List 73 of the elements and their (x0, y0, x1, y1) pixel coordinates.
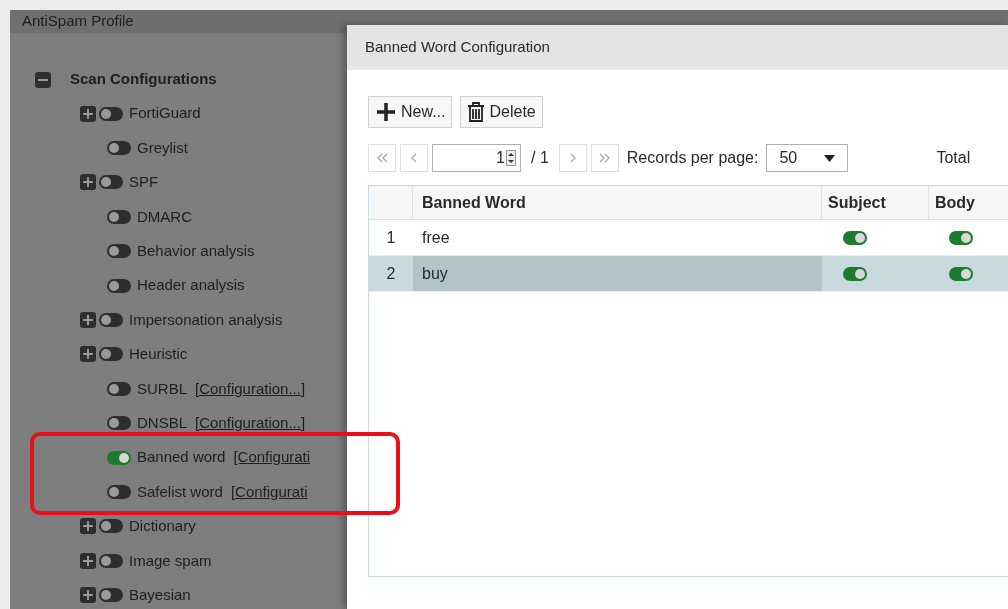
toggle-switch[interactable] (99, 519, 123, 534)
dialog-title: Banned Word Configuration (365, 37, 550, 58)
chevron-left-icon (411, 153, 417, 163)
tree-item-label: DMARC (137, 206, 192, 227)
toggle-switch[interactable] (107, 209, 131, 224)
table-row[interactable]: 1 free (369, 220, 1008, 256)
configuration-link[interactable]: [Configuration...] (195, 377, 306, 401)
spinner-icon (506, 150, 516, 166)
tree-item-label: Header analysis (137, 275, 245, 296)
tree-item-label: Dictionary (129, 516, 196, 537)
expand-icon[interactable] (80, 518, 96, 535)
row-number: 2 (385, 263, 397, 284)
configuration-link[interactable]: [Configuration...] (195, 411, 306, 435)
table-row[interactable]: 2 buy (369, 256, 1008, 292)
double-chevron-right-icon (598, 153, 611, 163)
page-number-field[interactable]: 1 (432, 144, 521, 172)
tree-item-label: Heuristic (129, 344, 188, 365)
expand-icon[interactable] (80, 105, 96, 122)
toggle-switch[interactable] (843, 230, 867, 245)
table-cell: buy (413, 256, 822, 291)
toggle-switch[interactable] (99, 106, 123, 121)
toggle-switch[interactable] (99, 347, 123, 362)
tree-item-label: SURBL (137, 378, 188, 399)
tree-item-label: Image spam (129, 550, 212, 571)
expand-icon[interactable] (80, 587, 96, 604)
expand-icon[interactable] (80, 174, 96, 191)
expand-icon[interactable] (80, 346, 96, 363)
tree-item-label: FortiGuard (129, 103, 201, 124)
toggle-switch[interactable] (107, 278, 131, 293)
toggle-switch[interactable] (107, 381, 131, 396)
double-chevron-left-icon (376, 153, 388, 163)
records-label: Records per page: (626, 148, 759, 168)
tree-item-label: Safelist word (137, 481, 223, 502)
toggle-switch[interactable] (99, 553, 123, 568)
caret-icon (824, 154, 836, 162)
plus-icon (375, 101, 397, 123)
toggle-switch[interactable] (107, 244, 131, 259)
toggle-switch[interactable] (107, 485, 131, 499)
toggle-switch[interactable] (107, 416, 131, 431)
configuration-link[interactable]: [Configurati (233, 446, 311, 469)
toggle-switch[interactable] (949, 230, 973, 245)
toggle-switch[interactable] (107, 141, 131, 156)
toggle-switch[interactable] (949, 266, 973, 281)
tree-item-label: Impersonation analysis (129, 309, 283, 330)
total-label: Total (936, 148, 971, 168)
configuration-link[interactable]: [Configurati (230, 480, 308, 504)
new-button[interactable]: New... (368, 96, 453, 128)
row-number: 1 (385, 227, 397, 248)
tree-item-label: Bayesian (129, 584, 191, 605)
tree-item-label: SPF (129, 172, 159, 193)
toggle-switch[interactable] (843, 266, 867, 281)
column-header: Subject (822, 186, 929, 219)
table-cell-text: free (421, 227, 451, 248)
expand-icon[interactable] (80, 312, 96, 329)
trash-icon (467, 102, 486, 122)
toggle-switch[interactable] (107, 450, 131, 465)
tree-item-label: Greylist (137, 137, 188, 158)
expand-icon[interactable] (80, 552, 96, 569)
delete-button[interactable]: Delete (460, 96, 543, 128)
toggle-switch[interactable] (99, 175, 123, 190)
records-dropdown[interactable]: 50 (766, 144, 849, 172)
column-header: Banned Word (413, 186, 822, 219)
chevron-right-icon (569, 153, 576, 163)
toggle-switch[interactable] (99, 313, 123, 328)
panel-title: AntiSpam Profile (22, 11, 134, 31)
tree-item-label: DNSBL (137, 412, 188, 433)
tree-item-label: Banned word (137, 447, 226, 468)
toggle-switch[interactable] (99, 588, 123, 603)
column-header: Body (934, 192, 976, 213)
page-count: / 1 (530, 148, 550, 168)
collapse-icon[interactable] (35, 71, 51, 88)
tree-group-label[interactable]: Scan Configurations (70, 68, 217, 91)
tree-item-label: Behavior analysis (137, 241, 255, 261)
